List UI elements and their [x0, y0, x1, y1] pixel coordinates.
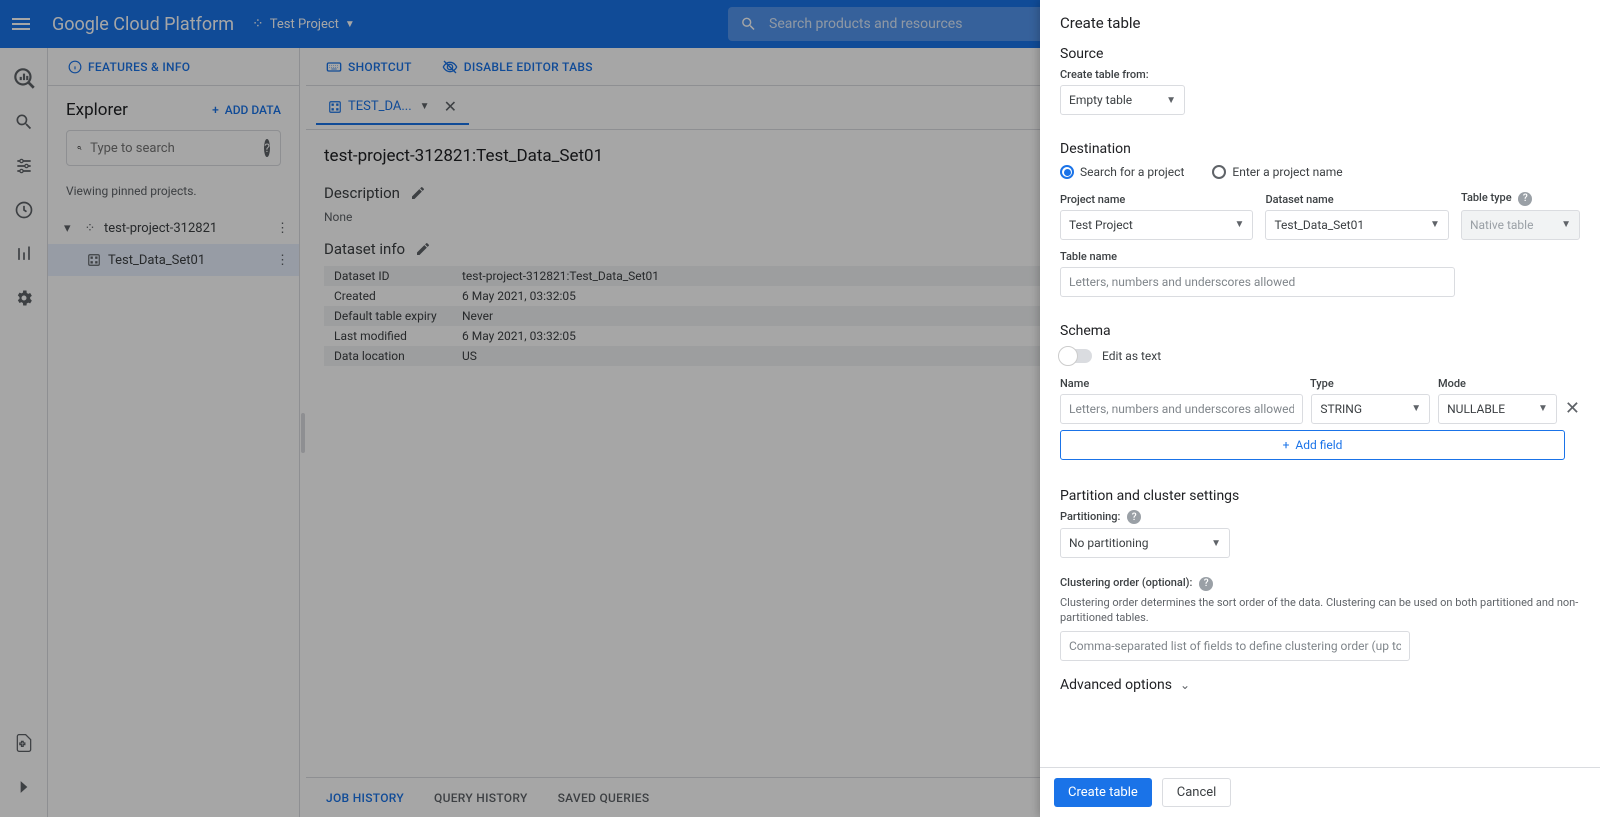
create-from-label: Create table from:	[1060, 68, 1580, 81]
radio-search-project[interactable]: Search for a project	[1060, 165, 1184, 179]
close-icon[interactable]: ✕	[1565, 398, 1580, 419]
table-type-value: Native table	[1470, 218, 1533, 232]
dataset-name-value: Test_Data_Set01	[1274, 218, 1364, 232]
destination-heading: Destination	[1060, 141, 1580, 157]
chevron-down-icon: ▼	[1235, 219, 1245, 230]
help-icon[interactable]: ?	[1199, 577, 1213, 591]
partitioning-label: Partitioning: ?	[1060, 510, 1580, 525]
plus-icon: +	[1283, 438, 1290, 452]
schema-heading: Schema	[1060, 323, 1580, 339]
radio-enter-label: Enter a project name	[1232, 165, 1342, 179]
table-name-input[interactable]	[1069, 268, 1446, 296]
partition-heading: Partition and cluster settings	[1060, 488, 1580, 504]
dataset-name-label: Dataset name	[1265, 193, 1449, 206]
cancel-button[interactable]: Cancel	[1162, 778, 1232, 807]
source-heading: Source	[1060, 46, 1580, 62]
table-type-select[interactable]: Native table ▼	[1461, 210, 1580, 240]
create-table-panel: Create table Source Create table from: E…	[1040, 0, 1600, 817]
radio-search-label: Search for a project	[1080, 165, 1184, 179]
project-name-value: Test Project	[1069, 218, 1133, 232]
panel-footer: Create table Cancel	[1040, 767, 1600, 817]
schema-type-header: Type	[1310, 377, 1438, 390]
clustering-input-wrap	[1060, 631, 1410, 661]
edit-as-text-toggle[interactable]	[1060, 349, 1092, 363]
radio-enter-project[interactable]: Enter a project name	[1212, 165, 1342, 179]
radio-icon	[1060, 165, 1074, 179]
advanced-options-toggle[interactable]: Advanced options ⌄	[1060, 677, 1580, 693]
help-icon[interactable]: ?	[1127, 510, 1141, 524]
schema-type-value: STRING	[1320, 402, 1362, 416]
clustering-input[interactable]	[1069, 632, 1401, 660]
table-name-input-wrap	[1060, 267, 1455, 297]
edit-as-text-label: Edit as text	[1102, 349, 1161, 363]
chevron-down-icon: ⌄	[1180, 678, 1190, 692]
chevron-down-icon: ▼	[1211, 538, 1221, 549]
radio-icon	[1212, 165, 1226, 179]
chevron-down-icon: ▼	[1166, 95, 1176, 106]
add-field-label: Add field	[1295, 438, 1342, 452]
schema-name-header: Name	[1060, 377, 1310, 390]
panel-title: Create table	[1060, 14, 1580, 32]
schema-mode-header: Mode	[1438, 377, 1558, 390]
partitioning-select[interactable]: No partitioning ▼	[1060, 528, 1230, 558]
schema-mode-value: NULLABLE	[1447, 402, 1505, 416]
add-field-button[interactable]: + Add field	[1060, 430, 1565, 460]
table-name-label: Table name	[1060, 250, 1580, 263]
project-name-select[interactable]: Test Project ▼	[1060, 210, 1253, 240]
chevron-down-icon: ▼	[1538, 403, 1548, 414]
chevron-down-icon: ▼	[1561, 219, 1571, 230]
schema-type-select[interactable]: STRING ▼	[1311, 394, 1430, 424]
clustering-label: Clustering order (optional): ?	[1060, 576, 1580, 591]
create-from-value: Empty table	[1069, 93, 1132, 107]
schema-name-input-wrap	[1060, 394, 1303, 424]
schema-mode-select[interactable]: NULLABLE ▼	[1438, 394, 1557, 424]
table-type-label: Table type ?	[1461, 191, 1580, 206]
chevron-down-icon: ▼	[1411, 403, 1421, 414]
project-name-label: Project name	[1060, 193, 1253, 206]
chevron-down-icon: ▼	[1430, 219, 1440, 230]
dataset-name-select[interactable]: Test_Data_Set01 ▼	[1265, 210, 1449, 240]
schema-name-input[interactable]	[1069, 395, 1294, 423]
partitioning-value: No partitioning	[1069, 536, 1148, 550]
clustering-hint: Clustering order determines the sort ord…	[1060, 595, 1580, 626]
advanced-options-label: Advanced options	[1060, 677, 1172, 693]
create-table-button[interactable]: Create table	[1054, 778, 1152, 807]
help-icon[interactable]: ?	[1518, 192, 1532, 206]
create-from-select[interactable]: Empty table ▼	[1060, 85, 1185, 115]
